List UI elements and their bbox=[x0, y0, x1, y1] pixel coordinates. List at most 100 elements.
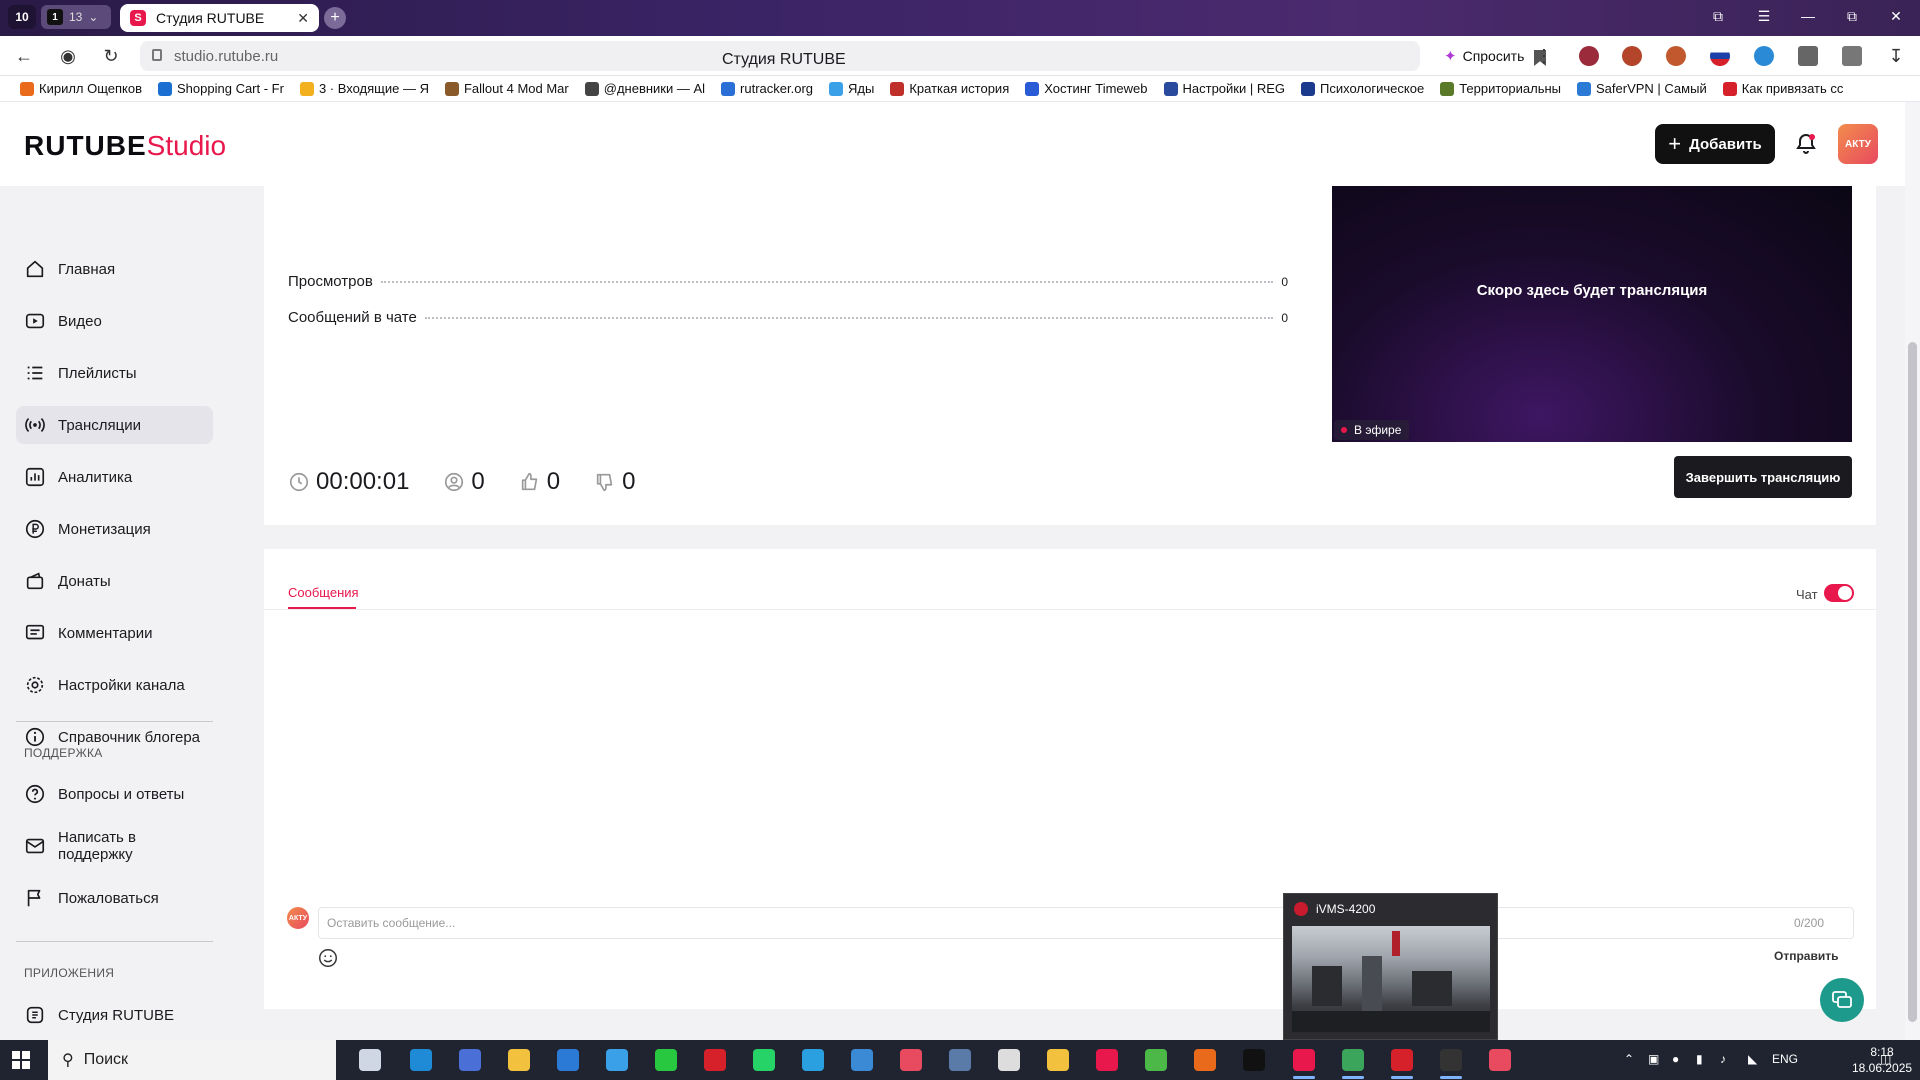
yandex-icon[interactable]: ◉ bbox=[56, 45, 80, 69]
telegram-icon[interactable] bbox=[802, 1049, 824, 1071]
store-icon[interactable] bbox=[557, 1049, 579, 1071]
sidebar-item[interactable]: Плейлисты bbox=[16, 354, 213, 392]
file-explorer-icon[interactable] bbox=[508, 1049, 530, 1071]
collections-icon[interactable]: ⧉ bbox=[1706, 8, 1730, 25]
flag-extension-icon[interactable] bbox=[1710, 46, 1730, 66]
opera-gx-icon[interactable] bbox=[1391, 1049, 1413, 1071]
opera-icon[interactable] bbox=[704, 1049, 726, 1071]
send-button[interactable]: Отправить bbox=[1774, 949, 1838, 963]
word-icon[interactable] bbox=[606, 1049, 628, 1071]
sidebar-item[interactable]: Пожаловаться bbox=[16, 879, 213, 917]
emoji-icon[interactable] bbox=[317, 947, 339, 969]
stream-preview[interactable]: Скоро здесь будет трансляция В эфире bbox=[1332, 186, 1852, 442]
bookmark-item[interactable]: Психологическое bbox=[1293, 81, 1432, 96]
finish-stream-button[interactable]: Завершить трансляцию bbox=[1674, 456, 1852, 498]
taskbar-thumbnail-popup[interactable]: iVMS-4200 bbox=[1283, 893, 1498, 1040]
plus-app-icon[interactable] bbox=[655, 1049, 677, 1071]
bookmark-item[interactable]: Shopping Cart - Fr bbox=[150, 81, 292, 96]
sidebar-item[interactable]: Монетизация bbox=[16, 510, 213, 548]
scrollbar-thumb[interactable] bbox=[1908, 342, 1917, 1022]
steam-icon[interactable] bbox=[949, 1049, 971, 1071]
back-icon[interactable]: ← bbox=[12, 45, 36, 69]
chrome-icon[interactable] bbox=[1342, 1049, 1364, 1071]
add-button[interactable]: + Добавить bbox=[1655, 124, 1775, 164]
rutube-studio-logo[interactable]: RUTUBEStudio bbox=[24, 130, 226, 162]
tray-battery-icon[interactable]: ▮ bbox=[1696, 1052, 1703, 1066]
sidebar-item[interactable]: Вопросы и ответы bbox=[16, 775, 213, 813]
bookmark-item[interactable]: Территориальны bbox=[1432, 81, 1569, 96]
bookmark-item[interactable]: @дневники — Al bbox=[577, 81, 713, 96]
bookmark-item[interactable]: Хостинг Timeweb bbox=[1017, 81, 1155, 96]
yandex-browser-icon[interactable] bbox=[1293, 1049, 1315, 1071]
sidebar-panel-icon[interactable] bbox=[1842, 46, 1862, 66]
extension-icon[interactable] bbox=[1579, 46, 1599, 66]
close-tab-icon[interactable]: ✕ bbox=[297, 10, 309, 27]
whatsapp-icon[interactable] bbox=[753, 1049, 775, 1071]
task-view-icon[interactable] bbox=[359, 1049, 381, 1071]
sidebar-item[interactable]: Студия RUTUBE bbox=[16, 996, 213, 1034]
sidebar-item[interactable]: Донаты bbox=[16, 562, 213, 600]
extension-icon[interactable] bbox=[1666, 46, 1686, 66]
tray-network-icon[interactable]: ◣ bbox=[1748, 1052, 1757, 1066]
minimize-icon[interactable]: — bbox=[1796, 8, 1820, 24]
feather-icon[interactable] bbox=[851, 1049, 873, 1071]
bookmark-item[interactable]: Как привязать сс bbox=[1715, 81, 1852, 96]
restore-icon[interactable]: ⧉ bbox=[1840, 8, 1864, 25]
bookmark-item[interactable]: Настройки | REG bbox=[1156, 81, 1294, 96]
sidebar-item[interactable]: Написать в поддержку bbox=[16, 827, 213, 865]
tab-active[interactable]: S Студия RUTUBE ✕ bbox=[120, 4, 319, 32]
ask-button[interactable]: ✦ Спросить bbox=[1432, 41, 1536, 71]
sidebar-item[interactable]: Главная bbox=[16, 250, 213, 288]
windows-start-icon[interactable] bbox=[12, 1051, 30, 1069]
bookmark-item[interactable]: Кирилл Ощепков bbox=[12, 81, 150, 96]
shield-app-icon[interactable] bbox=[998, 1049, 1020, 1071]
download-icon[interactable]: ↧ bbox=[1884, 45, 1908, 69]
anydesk-icon[interactable] bbox=[1096, 1049, 1118, 1071]
palette-icon[interactable] bbox=[1489, 1049, 1511, 1071]
avatar[interactable]: АКТУ bbox=[1838, 124, 1878, 164]
notification-icon[interactable]: ◫ bbox=[1880, 1052, 1891, 1066]
tray-chevron-icon[interactable]: ⌃ bbox=[1624, 1052, 1634, 1066]
tab-counter[interactable]: 10 bbox=[8, 5, 36, 29]
utorrent-icon[interactable] bbox=[1145, 1049, 1167, 1071]
tray-mic-icon[interactable]: ● bbox=[1672, 1052, 1679, 1066]
new-tab-button[interactable]: + bbox=[324, 7, 346, 29]
menu-icon[interactable]: ☰ bbox=[1752, 8, 1776, 25]
bookmark-item[interactable]: Яды bbox=[821, 81, 882, 96]
book-icon[interactable] bbox=[1194, 1049, 1216, 1071]
bookmark-item[interactable]: 3 · Входящие — Я bbox=[292, 81, 437, 96]
tray-volume-icon[interactable]: ♪ bbox=[1720, 1052, 1726, 1066]
help-chat-button[interactable] bbox=[1820, 978, 1864, 1022]
obs-icon[interactable] bbox=[1440, 1049, 1462, 1071]
chrome-app-icon[interactable] bbox=[900, 1049, 922, 1071]
tray-meet-icon[interactable]: ▣ bbox=[1648, 1052, 1659, 1066]
url-field[interactable]: studio.rutube.ru Студия RUTUBE bbox=[140, 41, 1546, 71]
extension-icon[interactable] bbox=[1754, 46, 1774, 66]
edge-icon[interactable] bbox=[410, 1049, 432, 1071]
tab-messages[interactable]: Сообщения bbox=[288, 585, 359, 600]
sidebar-item[interactable]: Комментарии bbox=[16, 614, 213, 652]
reload-icon[interactable]: ↻ bbox=[99, 45, 123, 69]
puzzle-icon[interactable] bbox=[1798, 46, 1818, 66]
sidebar-item[interactable]: Видео bbox=[16, 302, 213, 340]
sidebar-item[interactable]: Аналитика bbox=[16, 458, 213, 496]
taskbar-search[interactable]: ⚲ Поиск bbox=[48, 1040, 336, 1080]
extension-icon[interactable] bbox=[1622, 46, 1642, 66]
tiktok-icon[interactable] bbox=[1243, 1049, 1265, 1071]
more-options-icon[interactable]: ⋮ bbox=[1532, 45, 1556, 69]
bookmark-item[interactable]: rutracker.org bbox=[713, 81, 821, 96]
target-icon[interactable] bbox=[1047, 1049, 1069, 1071]
bookmark-item[interactable]: Краткая история bbox=[882, 81, 1017, 96]
save-icon[interactable] bbox=[459, 1049, 481, 1071]
sidebar-item-label: Комментарии bbox=[58, 624, 153, 642]
bell-icon[interactable] bbox=[1794, 132, 1818, 156]
tab-group[interactable]: 1 13 ⌄ bbox=[41, 5, 111, 29]
language-indicator[interactable]: ENG bbox=[1772, 1052, 1798, 1066]
bookmark-item[interactable]: Fallout 4 Mod Mar bbox=[437, 81, 577, 96]
message-input[interactable] bbox=[318, 907, 1854, 939]
chat-toggle[interactable] bbox=[1824, 584, 1854, 602]
bookmark-item[interactable]: SaferVPN | Самый bbox=[1569, 81, 1715, 96]
sidebar-item[interactable]: Трансляции bbox=[16, 406, 213, 444]
close-window-icon[interactable]: ✕ bbox=[1884, 8, 1908, 25]
sidebar-item[interactable]: Настройки канала bbox=[16, 666, 213, 704]
